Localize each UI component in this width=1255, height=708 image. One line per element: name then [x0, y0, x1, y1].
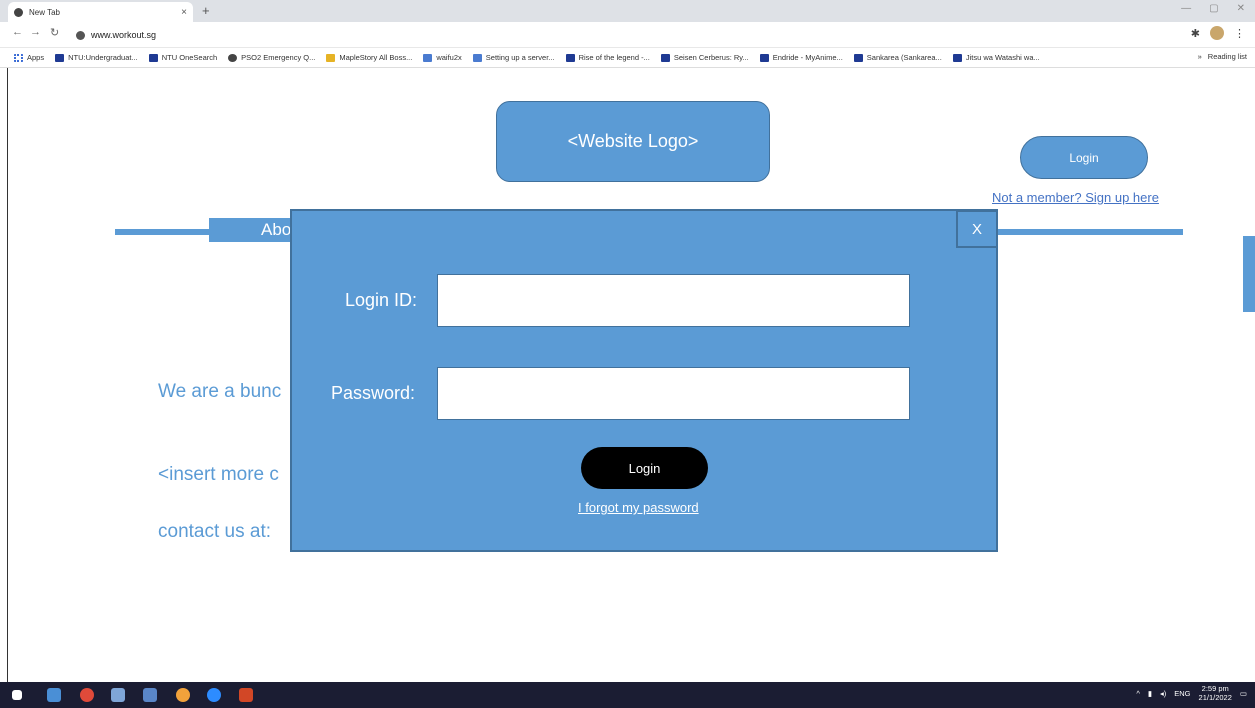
url-bar[interactable]: www.workout.sg: [76, 25, 1176, 45]
bookmark-item[interactable]: NTU:Undergraduat...: [55, 53, 138, 62]
chevron-up-icon[interactable]: ^: [1136, 689, 1140, 698]
login-id-label: Login ID:: [345, 290, 418, 310]
bookmark-item[interactable]: MapleStory All Boss...: [326, 53, 412, 62]
tab-close-icon[interactable]: ×: [181, 7, 187, 18]
about-text-line1: We are a bunc: [158, 381, 282, 402]
bookmark-item[interactable]: Setting up a server...: [472, 53, 555, 62]
bookmark-label: Seisen Cerberus: Ry...: [673, 53, 749, 62]
nav-tab-about[interactable]: Abo: [209, 218, 297, 242]
bookmarks-bar: Apps NTU:Undergraduat... NTU OneSearch PSO2…: [0, 48, 1255, 68]
bookmark-mal-icon: [952, 53, 962, 62]
bookmark-globe-icon: [228, 53, 238, 62]
bookmark-item[interactable]: Jitsu wa Watashi wa...: [952, 53, 1040, 62]
bookmark-mal-icon: [853, 53, 863, 62]
reading-list-button[interactable]: Reading list: [1208, 52, 1247, 61]
notifications-icon[interactable]: ▭: [1240, 689, 1247, 698]
new-tab-button[interactable]: +: [202, 3, 210, 18]
powerpoint-icon[interactable]: [239, 688, 253, 702]
extensions-icon[interactable]: ✱: [1191, 27, 1200, 40]
bookmark-label: Sankarea (Sankarea...: [866, 53, 942, 62]
bookmark-label: MapleStory All Boss...: [339, 53, 413, 62]
side-tab[interactable]: [1243, 236, 1255, 312]
bookmark-label: Endride - MyAnime...: [772, 53, 843, 62]
toolbar-right: ✱ ⋮: [1191, 26, 1245, 40]
bookmark-ntu-icon: [148, 53, 158, 62]
network-icon[interactable]: ▮: [1148, 689, 1152, 698]
bookmark-mal-icon: [759, 53, 769, 62]
bookmark-w-icon: [423, 53, 433, 62]
window-controls: — ▢ ✕: [1181, 3, 1245, 14]
modal-login-button[interactable]: Login: [581, 447, 708, 489]
header-login-button[interactable]: Login: [1020, 136, 1148, 179]
bookmark-label: Rise of the legend -...: [578, 53, 650, 62]
browser-tab[interactable]: New Tab ×: [8, 2, 193, 22]
profile-avatar-icon[interactable]: [1210, 26, 1224, 40]
site-info-icon[interactable]: [76, 30, 85, 40]
signup-link[interactable]: Not a member? Sign up here: [992, 190, 1159, 205]
bookmark-label: waifu2x: [436, 53, 462, 62]
about-text-line2: <insert more c: [158, 464, 279, 485]
bookmark-label: PSO2 Emergency Q...: [241, 53, 316, 62]
password-label: Password:: [331, 383, 416, 403]
website-logo[interactable]: <Website Logo>: [496, 101, 770, 182]
bookmark-item[interactable]: Rise of the legend -...: [565, 53, 650, 62]
close-window-icon[interactable]: ✕: [1237, 3, 1245, 14]
volume-icon[interactable]: ◂): [1160, 689, 1166, 698]
app-icon[interactable]: [111, 688, 125, 702]
bookmark-g-icon: [565, 53, 575, 62]
bookmark-label: NTU:Undergraduat...: [68, 53, 138, 62]
chrome-tab-icon: [14, 7, 23, 17]
login-id-input[interactable]: [437, 274, 910, 327]
file-explorer-icon[interactable]: [47, 688, 61, 702]
contact-text: contact us at:: [158, 521, 272, 542]
bookmark-label: Setting up a server...: [485, 53, 555, 62]
password-input[interactable]: [437, 367, 910, 420]
bookmark-maple-icon: [326, 53, 336, 62]
menu-kebab-icon[interactable]: ⋮: [1234, 27, 1245, 40]
bookmark-item[interactable]: PSO2 Emergency Q...: [228, 53, 315, 62]
bookmark-item[interactable]: Seisen Cerberus: Ry...: [660, 53, 749, 62]
clock[interactable]: 2:59 pm 21/1/2022: [1199, 684, 1232, 702]
language-indicator[interactable]: ENG: [1174, 689, 1190, 698]
bookmarks-right: » Reading list: [1198, 52, 1247, 61]
system-tray: ^ ▮ ◂) ENG 2:59 pm 21/1/2022 ▭: [1136, 684, 1247, 702]
bookmark-item[interactable]: Endride - MyAnime...: [759, 53, 843, 62]
bookmarks-more-icon[interactable]: »: [1198, 52, 1202, 61]
bookmark-label: Jitsu wa Watashi wa...: [965, 53, 1040, 62]
windows-start-icon[interactable]: [12, 690, 22, 700]
bookmark-item[interactable]: Apps: [14, 53, 44, 62]
maximize-icon[interactable]: ▢: [1209, 3, 1218, 14]
bookmark-mal-icon: [660, 53, 670, 62]
bookmark-label: Apps: [27, 53, 45, 62]
tab-title: New Tab: [29, 7, 60, 17]
minimize-icon[interactable]: —: [1181, 3, 1191, 14]
bookmark-item[interactable]: NTU OneSearch: [148, 53, 218, 62]
bookmark-item[interactable]: Sankarea (Sankarea...: [853, 53, 942, 62]
bookmark-apps-icon: [14, 53, 23, 62]
chrome-icon[interactable]: [80, 688, 94, 702]
reload-icon[interactable]: ↻: [50, 26, 59, 39]
bookmark-ntu-icon: [55, 53, 65, 62]
zoom-icon[interactable]: [207, 688, 221, 702]
forgot-password-link[interactable]: I forgot my password: [578, 500, 699, 515]
url-text: www.workout.sg: [91, 30, 157, 40]
back-icon[interactable]: ←: [12, 26, 23, 38]
app-icon[interactable]: [143, 688, 157, 702]
bookmark-label: NTU OneSearch: [161, 53, 218, 62]
chrome-icon[interactable]: [176, 688, 190, 702]
bookmark-item[interactable]: waifu2x: [423, 53, 462, 62]
forward-icon[interactable]: →: [30, 26, 41, 38]
modal-close-button[interactable]: X: [956, 210, 998, 248]
bookmark-r-icon: [472, 53, 482, 62]
